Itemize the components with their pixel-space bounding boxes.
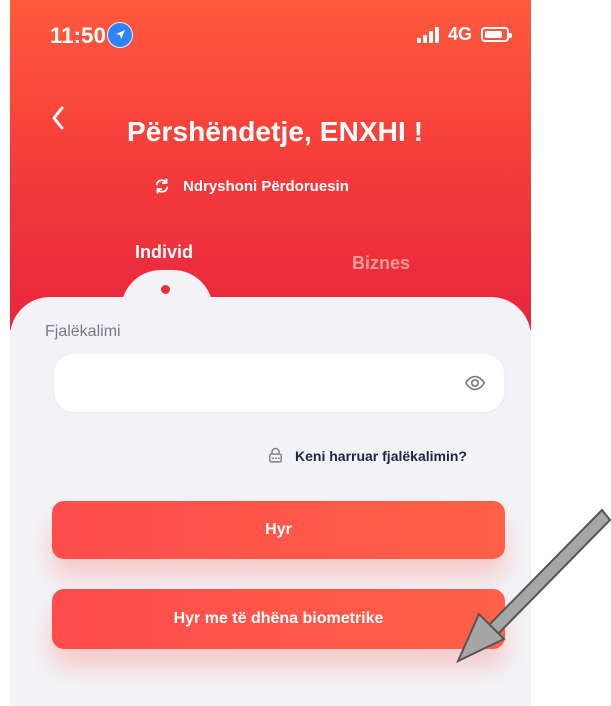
tab-biznes[interactable]: Biznes [352, 253, 410, 274]
battery-icon [481, 27, 512, 42]
forgot-password-label: Keni harruar fjalëkalimin? [295, 447, 467, 464]
status-indicators: 4G [416, 24, 512, 45]
status-bar: 11:50 4G [10, 0, 531, 74]
network-type: 4G [447, 24, 472, 44]
greeting-title: Përshëndetje, ENXHI ! [127, 116, 424, 147]
refresh-icon [155, 178, 169, 194]
active-tab-dot [161, 285, 170, 294]
password-label: Fjalëkalimi [45, 323, 121, 340]
status-time: 11:50 [50, 23, 107, 48]
cellular-signal-icon [416, 26, 439, 43]
password-field[interactable] [54, 354, 504, 412]
battery-level [485, 31, 502, 38]
eye-icon[interactable] [464, 372, 486, 394]
chevron-left-icon [52, 106, 64, 130]
tab-individ[interactable]: Individ [135, 242, 193, 263]
switch-user-label: Ndryshoni Përdoruesin [183, 177, 349, 195]
pointer-arrow-icon [455, 508, 611, 664]
password-input[interactable] [54, 354, 444, 412]
switch-user-button[interactable]: Ndryshoni Përdoruesin [153, 177, 349, 195]
location-arrow-icon [107, 22, 133, 48]
forgot-password-link[interactable]: Keni harruar fjalëkalimin? [267, 447, 467, 464]
login-button[interactable]: Hyr [52, 501, 505, 559]
back-button[interactable] [44, 98, 74, 138]
screenshot-page: 11:50 4G Përshëndetje, ENXHI ! Ndryshoni… [0, 0, 611, 706]
lock-icon [269, 447, 282, 463]
biometric-login-button[interactable]: Hyr me të dhëna biometrike [52, 589, 505, 649]
